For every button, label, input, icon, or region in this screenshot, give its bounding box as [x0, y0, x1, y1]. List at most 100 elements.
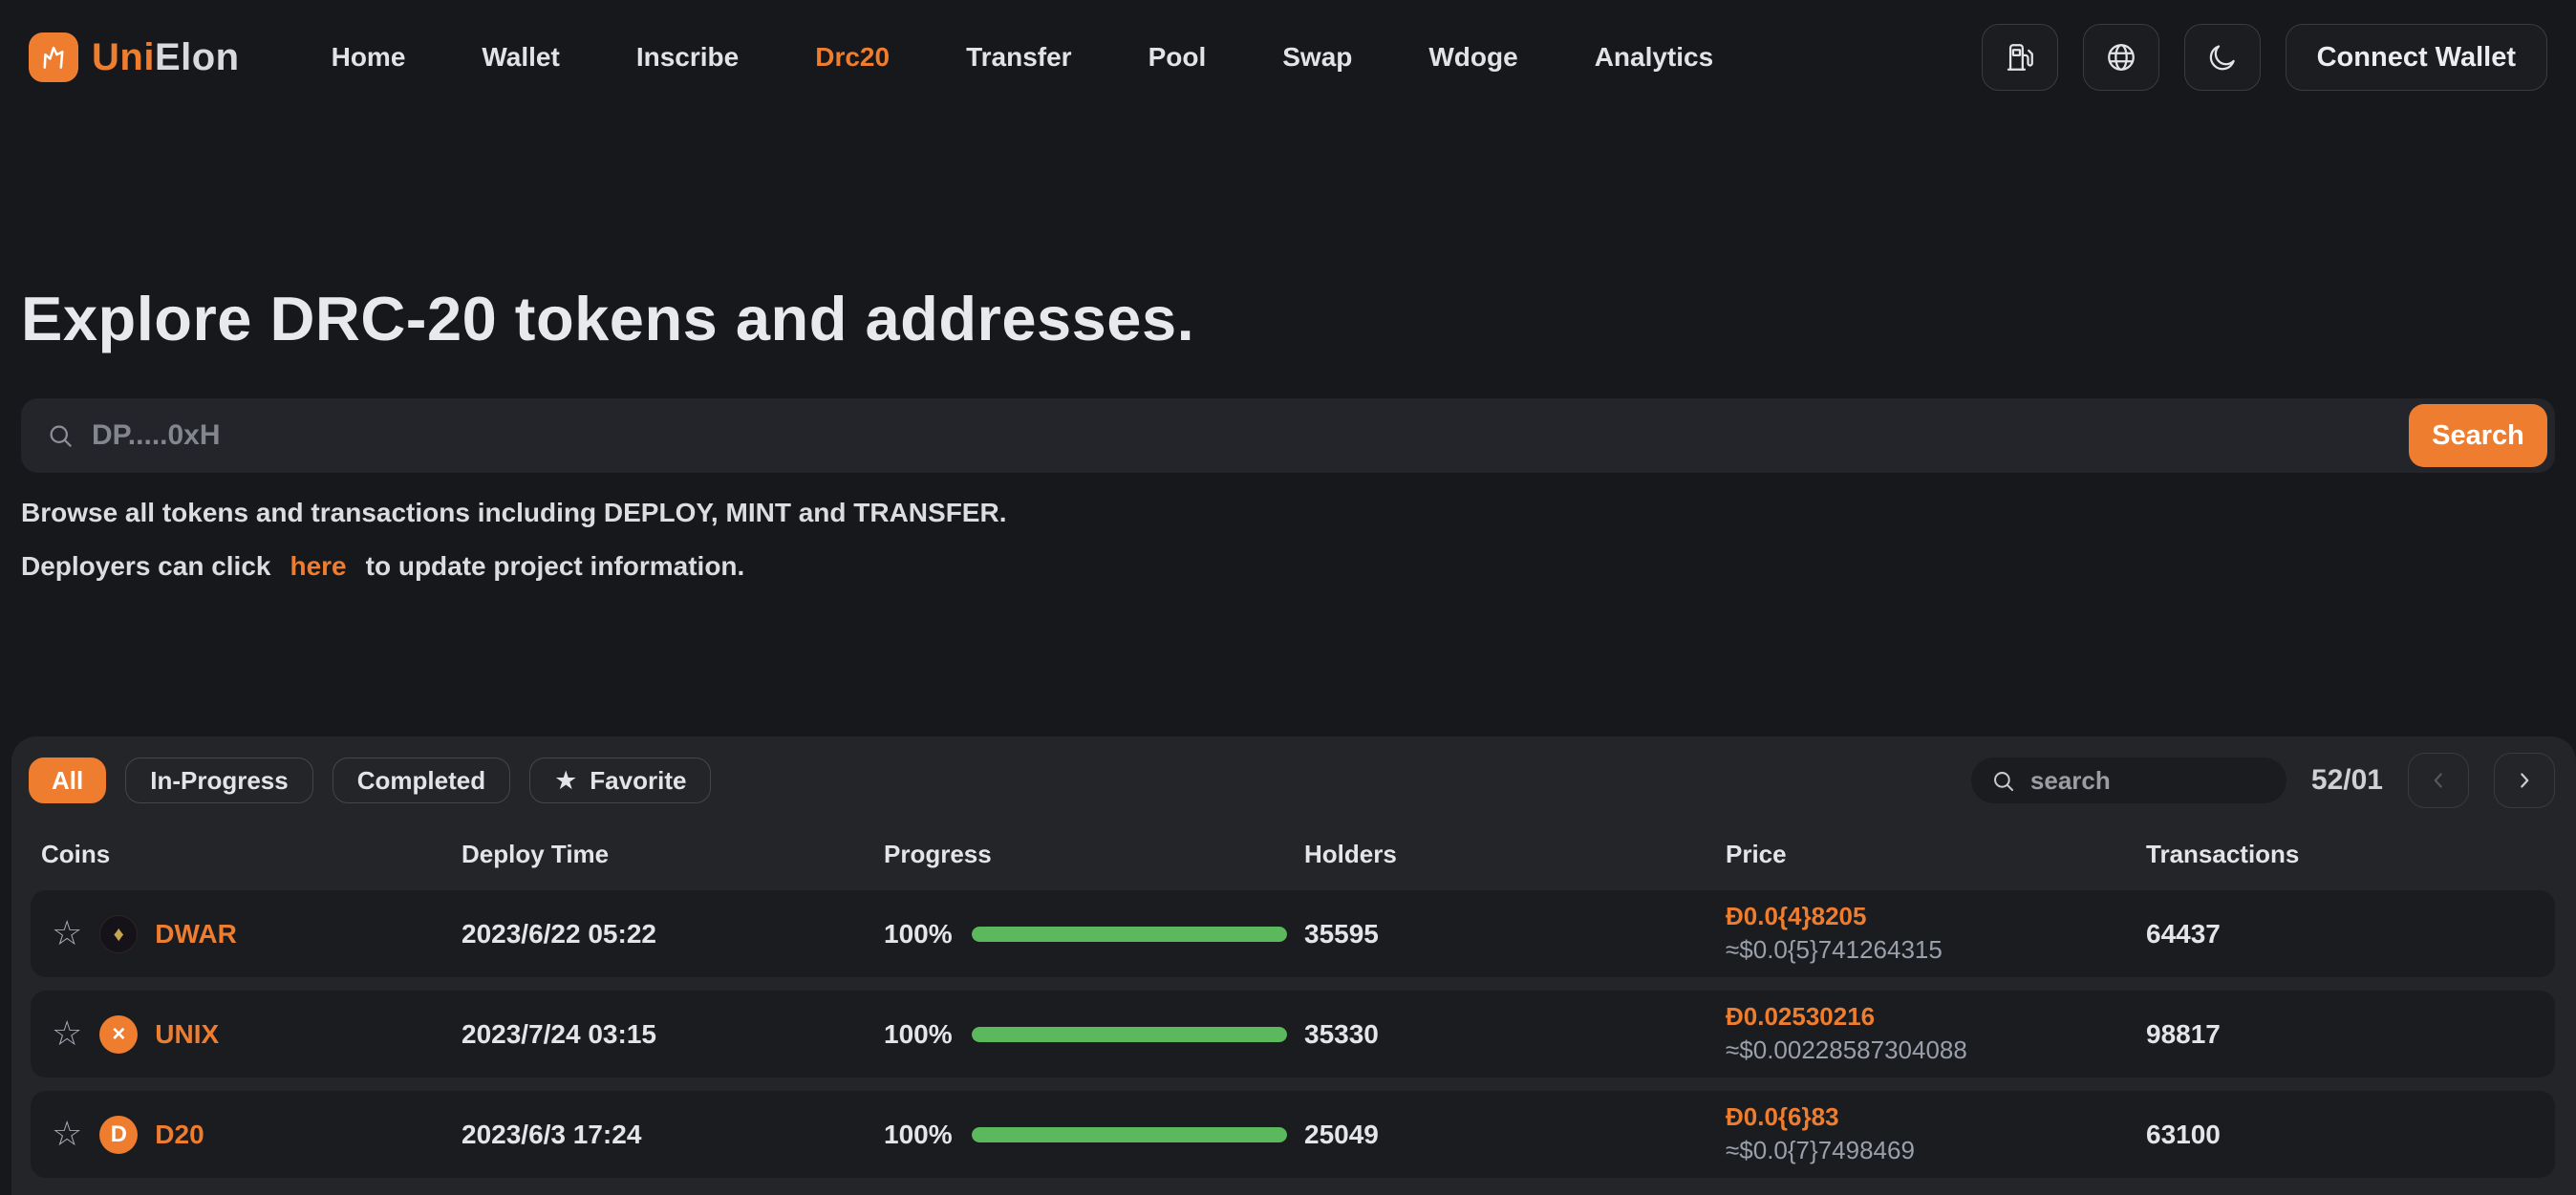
filter-tab-all-label: All [52, 766, 83, 796]
coin-name-link[interactable]: DWAR [155, 919, 237, 950]
description-line2-suffix: to update project information. [366, 551, 745, 582]
nav-item-drc20[interactable]: Drc20 [815, 42, 890, 73]
here-link[interactable]: here [290, 551, 346, 582]
progress-bar [972, 1027, 1287, 1042]
progress-bar [972, 1127, 1287, 1142]
brand-wordmark: Uni Elon [92, 36, 240, 79]
column-header-progress: Progress [884, 840, 1304, 869]
nav-item-transfer[interactable]: Transfer [966, 42, 1072, 73]
nav-menu: Home Wallet Inscribe Drc20 Transfer Pool… [332, 42, 1714, 73]
price-usd: ≈$0.00228587304088 [1726, 1035, 2146, 1066]
filter-tab-favorite-label: Favorite [590, 766, 686, 796]
filter-tab-favorite[interactable]: ★ Favorite [529, 758, 711, 803]
column-header-deploy-time: Deploy Time [462, 840, 884, 869]
progress-bar-fill [972, 1027, 1287, 1042]
progress-label: 100% [884, 919, 953, 950]
deploy-time-cell: 2023/7/24 03:15 [462, 1019, 884, 1050]
progress-cell: 100% [884, 1019, 1304, 1050]
progress-label: 100% [884, 1120, 953, 1150]
coin-name-link[interactable]: D20 [155, 1120, 204, 1150]
hero-section: Explore DRC-20 tokens and addresses. [21, 283, 2555, 354]
coin-cell: ☆ D D20 [31, 1116, 462, 1154]
coin-cell: ☆ × UNIX [31, 1015, 462, 1054]
table-row[interactable]: ☆ D D20 2023/6/3 17:24 100% 25049 Đ0.0{6… [31, 1091, 2555, 1178]
progress-label: 100% [884, 1019, 953, 1050]
favorite-star-icon[interactable]: ☆ [52, 917, 82, 951]
transactions-cell: 98817 [2146, 1019, 2555, 1050]
price-doge: Đ0.0{4}8205 [1726, 902, 2146, 932]
holders-cell: 35595 [1304, 919, 1726, 950]
token-avatar: ♦ [99, 915, 138, 953]
main-search-bar: Search [21, 398, 2555, 473]
table-row[interactable]: ☆ ♦ DWAR 2023/6/22 05:22 100% 35595 Đ0.0… [31, 890, 2555, 977]
progress-cell: 100% [884, 919, 1304, 950]
nav-item-wallet[interactable]: Wallet [482, 42, 559, 73]
holders-cell: 35330 [1304, 1019, 1726, 1050]
dog-logo-icon [29, 32, 78, 82]
token-list-panel: All In-Progress Completed ★ Favorite [11, 736, 2576, 1195]
connect-wallet-button[interactable]: Connect Wallet [2286, 24, 2547, 91]
theme-toggle-button[interactable] [2184, 24, 2261, 91]
price-usd: ≈$0.0{5}741264315 [1726, 935, 2146, 966]
prev-page-button[interactable] [2408, 753, 2469, 808]
favorite-star-icon[interactable]: ☆ [52, 1017, 82, 1052]
main-search-input[interactable] [90, 418, 2388, 453]
filter-tab-in-progress-label: In-Progress [150, 766, 289, 796]
transactions-cell: 63100 [2146, 1120, 2555, 1150]
filter-tabs: All In-Progress Completed ★ Favorite [29, 758, 711, 803]
holders-cell: 25049 [1304, 1120, 1726, 1150]
table-header: Coins Deploy Time Progress Holders Price… [31, 829, 2555, 879]
nav-item-swap[interactable]: Swap [1282, 42, 1352, 73]
progress-bar-fill [972, 927, 1287, 942]
token-avatar: D [99, 1116, 138, 1154]
search-icon [1990, 768, 2016, 794]
filter-tab-all[interactable]: All [29, 758, 106, 803]
description-line1: Browse all tokens and transactions inclu… [21, 498, 2555, 528]
deploy-time-cell: 2023/6/22 05:22 [462, 919, 884, 950]
nav-item-inscribe[interactable]: Inscribe [636, 42, 739, 73]
filter-tab-completed[interactable]: Completed [333, 758, 510, 803]
coin-name-link[interactable]: UNIX [155, 1019, 219, 1050]
deploy-time-cell: 2023/6/3 17:24 [462, 1120, 884, 1150]
price-cell: Đ0.0{6}83 ≈$0.0{7}7498469 [1726, 1102, 2146, 1165]
price-usd: ≈$0.0{7}7498469 [1726, 1136, 2146, 1166]
search-button[interactable]: Search [2409, 404, 2547, 467]
star-icon: ★ [554, 768, 577, 794]
table-row[interactable]: ☆ × UNIX 2023/7/24 03:15 100% 35330 Đ0.0… [31, 991, 2555, 1078]
price-cell: Đ0.0{4}8205 ≈$0.0{5}741264315 [1726, 902, 2146, 965]
filter-tab-in-progress[interactable]: In-Progress [125, 758, 313, 803]
next-page-button[interactable] [2494, 753, 2555, 808]
moon-icon [2206, 41, 2239, 74]
gas-fee-button[interactable] [1982, 24, 2058, 91]
description-line2-prefix: Deployers can click [21, 551, 270, 582]
column-header-transactions: Transactions [2146, 840, 2555, 869]
nav-item-analytics[interactable]: Analytics [1595, 42, 1714, 73]
nav-item-home[interactable]: Home [332, 42, 406, 73]
panel-toolbar: All In-Progress Completed ★ Favorite [29, 753, 2555, 808]
brand-logo[interactable]: Uni Elon [29, 32, 240, 82]
page-title: Explore DRC-20 tokens and addresses. [21, 283, 2555, 354]
brand-suffix: Elon [155, 36, 240, 79]
chevron-left-icon [2426, 768, 2451, 793]
brand-prefix: Uni [92, 36, 155, 79]
table-search-bar [1971, 758, 2286, 803]
pagination-indicator: 52/01 [2311, 764, 2383, 797]
progress-bar [972, 927, 1287, 942]
description-line2: Deployers can click here to update proje… [21, 551, 2555, 582]
transactions-cell: 64437 [2146, 919, 2555, 950]
favorite-star-icon[interactable]: ☆ [52, 1118, 82, 1152]
progress-bar-fill [972, 1127, 1287, 1142]
coin-cell: ☆ ♦ DWAR [31, 915, 462, 953]
column-header-coins: Coins [31, 840, 462, 869]
nav-item-wdoge[interactable]: Wdoge [1428, 42, 1517, 73]
progress-cell: 100% [884, 1120, 1304, 1150]
table-search-input[interactable] [2029, 765, 2267, 797]
chevron-right-icon [2512, 768, 2537, 793]
navbar: Uni Elon Home Wallet Inscribe Drc20 Tran… [0, 0, 2576, 115]
language-button[interactable] [2083, 24, 2159, 91]
search-icon [46, 421, 75, 450]
price-cell: Đ0.02530216 ≈$0.00228587304088 [1726, 1002, 2146, 1065]
price-doge: Đ0.0{6}83 [1726, 1102, 2146, 1133]
nav-item-pool[interactable]: Pool [1148, 42, 1207, 73]
toolbar-right: 52/01 [1971, 753, 2555, 808]
